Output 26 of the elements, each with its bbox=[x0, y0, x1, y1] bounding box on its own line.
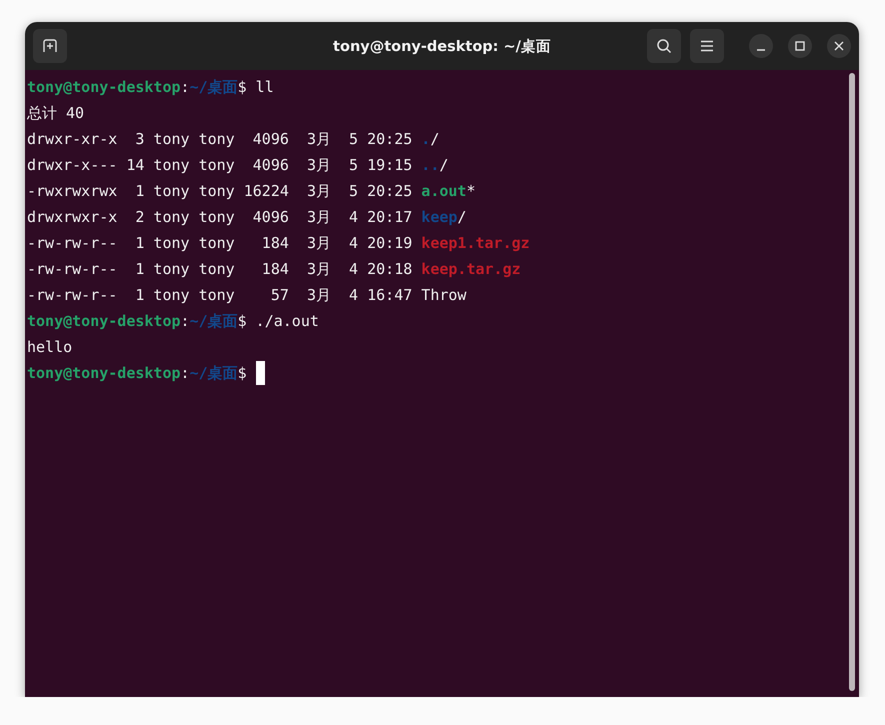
terminal-line: 总计 40 bbox=[27, 104, 84, 122]
terminal-line: hello bbox=[27, 338, 72, 356]
terminal-line: drwxrwxr-x 2 tony tony 4096 3月 4 20:17 keep/ bbox=[27, 208, 466, 226]
minimize-icon bbox=[756, 48, 766, 50]
new-tab-button[interactable] bbox=[33, 29, 67, 63]
maximize-button[interactable] bbox=[788, 34, 812, 58]
terminal-line: drwxr-xr-x 3 tony tony 4096 3月 5 20:25 ./ bbox=[27, 130, 440, 148]
terminal-line: tony@tony-desktop:~/桌面$ ll bbox=[27, 78, 274, 96]
search-icon bbox=[656, 38, 672, 54]
menu-button[interactable] bbox=[690, 29, 724, 63]
terminal-line: tony@tony-desktop:~/桌面$ bbox=[27, 364, 248, 382]
window-title: tony@tony-desktop: ~/桌面 bbox=[333, 38, 551, 56]
terminal-line: -rwxrwxrwx 1 tony tony 16224 3月 5 20:25 a.out* bbox=[27, 182, 476, 200]
close-button[interactable] bbox=[827, 34, 851, 58]
close-icon bbox=[834, 41, 844, 51]
minimize-button[interactable] bbox=[749, 34, 773, 58]
terminal-line: drwxr-x--- 14 tony tony 4096 3月 5 19:15 ../ bbox=[27, 156, 448, 174]
terminal-line: -rw-rw-r-- 1 tony tony 184 3月 4 20:19 keep1.tar.gz bbox=[27, 234, 530, 252]
maximize-icon bbox=[795, 41, 805, 51]
terminal-line: tony@tony-desktop:~/桌面$ ./a.out bbox=[27, 312, 319, 330]
terminal-line: -rw-rw-r-- 1 tony tony 184 3月 4 20:18 keep.tar.gz bbox=[27, 260, 521, 278]
scrollbar[interactable] bbox=[849, 73, 855, 691]
new-tab-icon bbox=[42, 38, 58, 54]
menu-icon bbox=[700, 40, 714, 52]
terminal-line: -rw-rw-r-- 1 tony tony 57 3月 4 16:47 Throw bbox=[27, 286, 466, 304]
search-button[interactable] bbox=[647, 29, 681, 63]
